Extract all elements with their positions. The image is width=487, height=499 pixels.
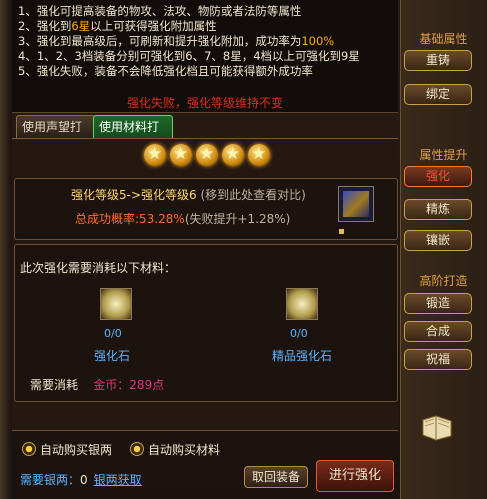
- equipment-slot[interactable]: [338, 186, 374, 222]
- auto-buy-silver-checkbox[interactable]: 自动购买银两: [22, 441, 112, 457]
- rule-line-2: 2、强化到6星以上可获得强化附加属性: [18, 19, 217, 33]
- left-border: [0, 0, 12, 499]
- star-icon: [222, 143, 244, 166]
- rule-line-5: 5、强化失败，装备不会降低强化档且可能获得额外成功率: [18, 64, 313, 78]
- star-icon: [196, 143, 218, 166]
- success-rate: 总成功概率:53.28%(失败提升+1.28%): [75, 212, 291, 226]
- material-count: 0/0: [104, 327, 122, 340]
- radio-icon: [22, 442, 36, 456]
- material-name: 强化石: [94, 349, 131, 363]
- tab-reputation-forge[interactable]: 使用声望打造: [16, 115, 96, 156]
- auto-buy-material-checkbox[interactable]: 自动购买材料: [130, 441, 220, 457]
- silver-requirement: 需要银两：0 银两获取: [20, 473, 142, 487]
- recall-equipment-button[interactable]: 取回装备: [244, 466, 308, 488]
- rule-line-1: 1、强化可提高装备的物攻、法攻、物防或者法防等属性: [18, 4, 302, 18]
- book-icon[interactable]: [420, 412, 454, 442]
- materials-title: 此次强化需要消耗以下材料：: [20, 261, 177, 275]
- radio-icon: [130, 442, 144, 456]
- divider: [12, 430, 398, 431]
- silver-obtain-link[interactable]: 银两获取: [94, 473, 142, 487]
- sidebar-item-recast[interactable]: 重铸: [404, 50, 472, 71]
- star-icon: [144, 143, 166, 166]
- sidebar-item-strengthen[interactable]: 强化: [404, 166, 472, 187]
- star-icon: [170, 143, 192, 166]
- rules-panel: 1、强化可提高装备的物攻、法攻、物防或者法防等属性 2、强化到6星以上可获得强化…: [12, 0, 398, 113]
- material-count: 0/0: [290, 327, 308, 340]
- weapon-icon: [343, 191, 369, 217]
- star-icon: [248, 143, 270, 166]
- strengthen-stone-icon[interactable]: [100, 288, 132, 320]
- section-advanced-forge: 高阶打造: [419, 274, 468, 288]
- section-attribute-boost: 属性提升: [419, 148, 468, 162]
- sidebar-item-bless[interactable]: 祝福: [404, 349, 472, 370]
- rule-line-4: 4、1、2、3档装备分别可强化到6、7、8星，4档以上可强化到9星: [18, 49, 360, 63]
- tab-material-forge[interactable]: 使用材料打造: [93, 115, 173, 156]
- premium-strengthen-stone-icon[interactable]: [286, 288, 318, 320]
- sidebar-item-forge[interactable]: 锻造: [404, 293, 472, 314]
- sidebar-item-inlay[interactable]: 镶嵌: [404, 230, 472, 251]
- sidebar-item-bind[interactable]: 绑定: [404, 84, 472, 105]
- lock-icon: [339, 229, 344, 234]
- section-basic-attributes: 基础属性: [419, 32, 468, 46]
- cost-line: 需要消耗 金币：289点: [30, 378, 165, 392]
- sidebar-item-combine[interactable]: 合成: [404, 321, 472, 342]
- level-change: 强化等级5->强化等级6 (移到此处查看对比): [71, 188, 306, 202]
- material-name: 精品强化石: [272, 349, 333, 363]
- sidebar-item-refine[interactable]: 精炼: [404, 199, 472, 220]
- rule-line-3: 3、强化到最高级后，可刷新和提升强化附加，成功率为100%: [18, 34, 335, 48]
- strengthen-button[interactable]: 进行强化: [316, 460, 394, 492]
- fail-notice: 强化失败，强化等级维持不变: [126, 96, 283, 110]
